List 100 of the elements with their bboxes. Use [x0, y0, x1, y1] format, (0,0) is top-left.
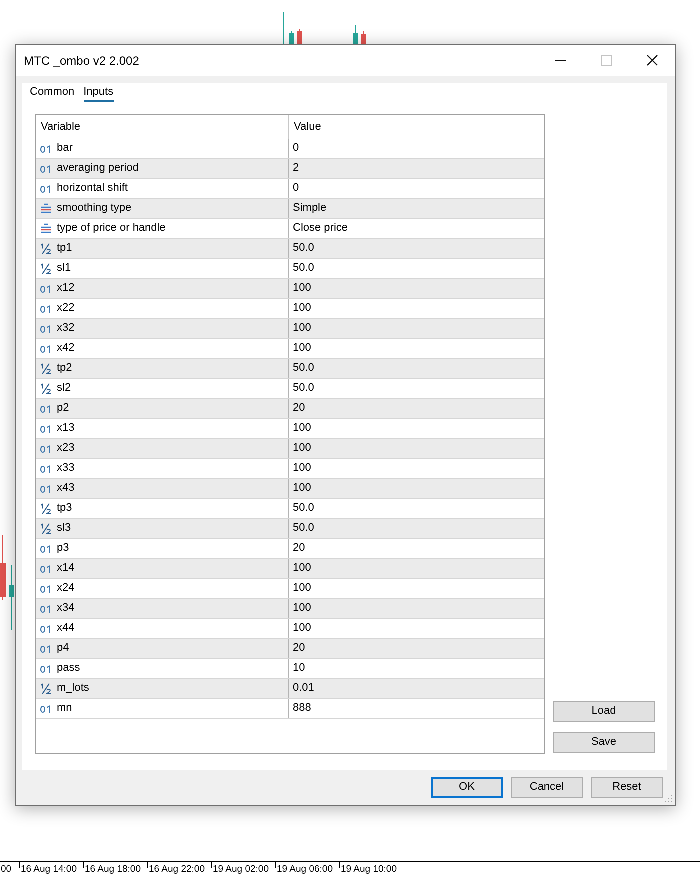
parameter-value: 50.0: [293, 361, 314, 376]
parameter-row[interactable]: x12 100: [36, 279, 544, 299]
fraction-icon: [40, 242, 52, 254]
parameter-name: horizontal shift: [57, 181, 128, 196]
integer-icon: [40, 704, 52, 714]
time-label: 19 Aug 02:00: [212, 864, 269, 876]
parameter-row[interactable]: x44 100: [36, 619, 544, 639]
column-header: Value: [294, 120, 322, 135]
fraction-icon: [40, 262, 52, 274]
candlestick: [289, 31, 294, 44]
parameter-name: x33: [57, 461, 75, 476]
parameter-value: 100: [293, 561, 312, 576]
parameter-row[interactable]: x33 100: [36, 459, 544, 479]
integer-icon: [40, 624, 52, 634]
parameter-value: 50.0: [293, 261, 314, 276]
dialog-button[interactable]: OK: [431, 777, 503, 798]
parameter-name: x42: [57, 341, 75, 356]
parameter-row[interactable]: pass 10: [36, 659, 544, 679]
integer-icon: [40, 344, 52, 354]
parameter-row[interactable]: sl2 50.0: [36, 379, 544, 399]
parameter-value: 20: [293, 401, 306, 416]
parameter-name: x12: [57, 281, 75, 296]
side-button[interactable]: Save: [553, 732, 655, 753]
parameter-name: x13: [57, 421, 75, 436]
parameter-row[interactable]: horizontal shift 0: [36, 179, 544, 199]
parameter-row[interactable]: x22 100: [36, 299, 544, 319]
integer-icon: [40, 144, 52, 154]
fraction-icon: [40, 362, 52, 374]
lines-icon: [40, 202, 52, 214]
time-label: 16 Aug 14:00: [20, 864, 77, 876]
parameter-row[interactable]: x23 100: [36, 439, 544, 459]
integer-icon: [40, 184, 52, 194]
parameter-row[interactable]: x13 100: [36, 419, 544, 439]
parameter-name: mn: [57, 701, 72, 716]
parameter-name: sl1: [57, 261, 72, 276]
parameter-row[interactable]: tp2 50.0: [36, 359, 544, 379]
parameter-name: x23: [57, 441, 75, 456]
lines-icon: [40, 222, 52, 234]
integer-icon: [40, 304, 52, 314]
parameter-value: 100: [293, 621, 312, 636]
time-label: 16 Aug 18:00: [84, 864, 141, 876]
parameter-value: 100: [293, 281, 312, 296]
parameter-row[interactable]: type of price or handle Close price: [36, 219, 544, 239]
parameter-value: 10: [293, 661, 306, 676]
fraction-icon: [40, 382, 52, 394]
parameter-row[interactable]: smoothing type Simple: [36, 199, 544, 219]
integer-icon: [40, 404, 52, 414]
side-button[interactable]: Load: [553, 701, 655, 722]
window-title: MTC _ombo v2 2.002: [23, 52, 140, 70]
parameter-name: pass: [57, 661, 80, 676]
parameter-name: averaging period: [57, 161, 139, 176]
parameter-row[interactable]: x32 100: [36, 319, 544, 339]
parameter-row[interactable]: mn 888: [36, 699, 544, 719]
resize-grip-icon[interactable]: [664, 794, 673, 803]
integer-icon: [40, 604, 52, 614]
integer-icon: [40, 484, 52, 494]
parameter-row[interactable]: p3 20: [36, 539, 544, 559]
parameter-row[interactable]: bar 0: [36, 139, 544, 159]
tab[interactable]: Inputs: [84, 83, 114, 102]
parameter-row[interactable]: x14 100: [36, 559, 544, 579]
time-label: 00: [0, 864, 12, 876]
parameter-row[interactable]: sl1 50.0: [36, 259, 544, 279]
parameter-row[interactable]: x34 100: [36, 599, 544, 619]
parameter-value: 50.0: [293, 521, 314, 536]
parameter-name: x43: [57, 481, 75, 496]
parameter-row[interactable]: m_lots 0.01: [36, 679, 544, 699]
parameter-value: 50.0: [293, 241, 314, 256]
parameter-name: tp1: [57, 241, 72, 256]
candlestick: [282, 12, 285, 44]
parameter-value: 100: [293, 581, 312, 596]
parameter-name: type of price or handle: [57, 221, 166, 236]
integer-icon: [40, 284, 52, 294]
parameter-row[interactable]: tp1 50.0: [36, 239, 544, 259]
parameter-value: 100: [293, 441, 312, 456]
parameter-name: sl3: [57, 521, 72, 536]
dialog-button[interactable]: Cancel: [511, 777, 583, 798]
parameter-row[interactable]: p2 20: [36, 399, 544, 419]
parameter-value: 888: [293, 701, 312, 716]
parameter-row[interactable]: p4 20: [36, 639, 544, 659]
parameter-name: smoothing type: [57, 201, 132, 216]
parameter-name: x24: [57, 581, 75, 596]
parameter-name: m_lots: [57, 681, 90, 696]
parameter-row[interactable]: x42 100: [36, 339, 544, 359]
parameter-value: 50.0: [293, 501, 314, 516]
fraction-icon: [40, 502, 52, 514]
parameter-row[interactable]: tp3 50.0: [36, 499, 544, 519]
parameter-row[interactable]: averaging period 2: [36, 159, 544, 179]
dialog-button[interactable]: Reset: [591, 777, 663, 798]
parameter-row[interactable]: sl3 50.0: [36, 519, 544, 539]
parameter-row[interactable]: x24 100: [36, 579, 544, 599]
tab[interactable]: Common: [30, 83, 75, 102]
parameter-value: Simple: [293, 201, 327, 216]
time-label: 16 Aug 22:00: [148, 864, 205, 876]
parameter-value: 2: [293, 161, 300, 176]
close-icon[interactable]: [646, 55, 658, 66]
parameter-row[interactable]: x43 100: [36, 479, 544, 499]
parameter-name: x22: [57, 301, 75, 316]
parameter-value: 100: [293, 461, 312, 476]
candlestick: [353, 25, 358, 44]
parameter-value: 0: [293, 181, 300, 196]
